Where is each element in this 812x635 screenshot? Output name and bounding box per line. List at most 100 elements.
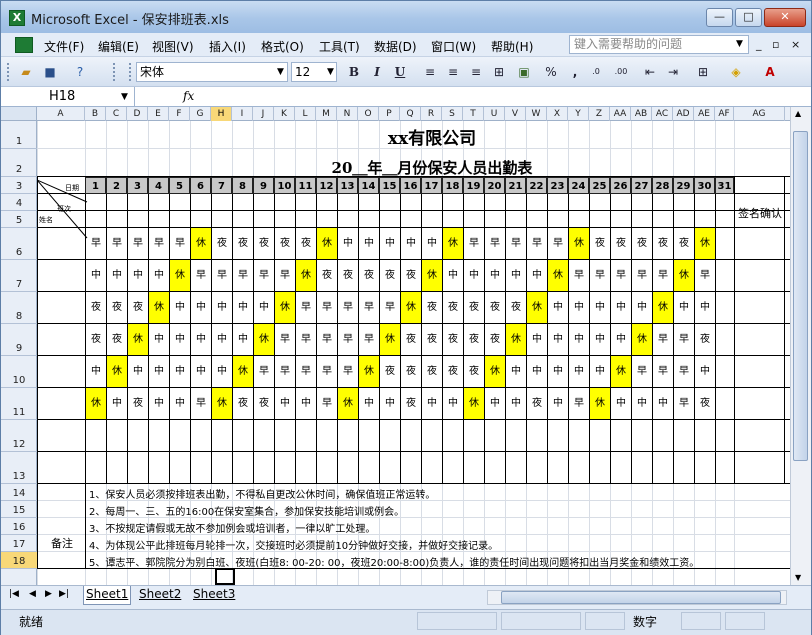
shift-cell[interactable]: 夜 (443, 356, 463, 387)
open-icon[interactable]: ▰ (17, 63, 35, 81)
shift-cell[interactable]: 中 (590, 324, 610, 355)
scroll-down-icon[interactable]: ▼ (795, 573, 801, 582)
day-number-cell[interactable]: 11 (295, 177, 316, 194)
shift-cell[interactable]: 休 (380, 324, 400, 355)
row-header-13[interactable]: 13 (1, 452, 37, 484)
shift-cell[interactable]: 休 (191, 228, 211, 259)
row-header-9[interactable]: 9 (1, 324, 37, 356)
worksheet-grid[interactable]: xx有限公司 20＿年＿月份保安人员出勤表 日期 班次 姓名 123456789… (37, 121, 790, 585)
shift-cell[interactable]: 夜 (401, 260, 421, 291)
font-dropdown-icon[interactable]: ▼ (277, 67, 284, 77)
menu-file[interactable]: 文件(F) (44, 38, 84, 55)
day-number-cell[interactable]: 30 (694, 177, 715, 194)
shift-cell[interactable]: 中 (170, 324, 190, 355)
note-line[interactable]: 2、每周一、三、五的16:00在保安室集合，参加保安技能培训或例会。 (89, 503, 404, 518)
toolbar-grip-2[interactable] (113, 63, 116, 81)
shift-cell[interactable]: 中 (548, 356, 568, 387)
day-number-cell[interactable]: 23 (547, 177, 568, 194)
day-number-cell[interactable]: 6 (190, 177, 211, 194)
insert-function-icon[interactable]: fx (183, 89, 194, 103)
shift-cell[interactable]: 中 (86, 356, 106, 387)
column-header-j[interactable]: J (253, 107, 274, 121)
day-number-cell[interactable]: 29 (673, 177, 694, 194)
shift-cell[interactable]: 中 (422, 388, 442, 419)
shift-cell[interactable]: 早 (317, 324, 337, 355)
shift-cell[interactable]: 早 (170, 228, 190, 259)
shift-cell[interactable]: 休 (233, 356, 253, 387)
shift-cell[interactable]: 早 (674, 388, 694, 419)
active-cell-cursor[interactable] (215, 568, 235, 585)
day-number-cell[interactable]: 5 (169, 177, 190, 194)
day-number-cell[interactable]: 12 (316, 177, 337, 194)
align-center-icon[interactable]: ≡ (444, 63, 462, 81)
shift-cell[interactable]: 早 (149, 228, 169, 259)
menu-tools[interactable]: 工具(T) (319, 38, 360, 55)
shift-cell[interactable]: 休 (695, 228, 715, 259)
shift-cell[interactable]: 夜 (590, 228, 610, 259)
shift-cell[interactable]: 中 (254, 292, 274, 323)
day-number-cell[interactable]: 2 (106, 177, 127, 194)
shift-cell[interactable]: 夜 (380, 356, 400, 387)
shift-cell[interactable]: 夜 (296, 228, 316, 259)
help-icon[interactable]: ? (71, 63, 89, 81)
shift-cell[interactable]: 夜 (359, 260, 379, 291)
shift-cell[interactable]: 早 (653, 356, 673, 387)
column-header-y[interactable]: Y (568, 107, 589, 121)
sheet-subtitle[interactable]: 20＿年＿月份保安人员出勤表 (97, 157, 767, 178)
size-dropdown-icon[interactable]: ▼ (327, 67, 334, 77)
row-header-5[interactable]: 5 (1, 211, 37, 228)
shift-cell[interactable]: 中 (107, 388, 127, 419)
tab-sheet1[interactable]: Sheet1 (83, 586, 132, 605)
shift-cell[interactable]: 中 (569, 292, 589, 323)
shift-cell[interactable]: 早 (653, 260, 673, 291)
row-header-1[interactable]: 1 (1, 121, 37, 149)
shift-cell[interactable]: 早 (569, 260, 589, 291)
shift-cell[interactable]: 中 (653, 388, 673, 419)
shift-cell[interactable]: 休 (149, 292, 169, 323)
shift-cell[interactable]: 夜 (611, 228, 631, 259)
shift-cell[interactable]: 中 (149, 356, 169, 387)
day-number-cell[interactable]: 28 (652, 177, 673, 194)
shift-cell[interactable]: 夜 (317, 260, 337, 291)
last-sheet-icon[interactable]: ▶| (59, 589, 69, 599)
tab-sheet2[interactable]: Sheet2 (137, 586, 183, 605)
row-header-2[interactable]: 2 (1, 149, 37, 177)
shift-cell[interactable]: 夜 (86, 324, 106, 355)
shift-cell[interactable]: 夜 (254, 228, 274, 259)
shift-cell[interactable]: 早 (506, 228, 526, 259)
shift-cell[interactable]: 夜 (674, 228, 694, 259)
shift-cell[interactable]: 休 (296, 260, 316, 291)
column-header-c[interactable]: C (106, 107, 127, 121)
shift-cell[interactable]: 早 (107, 228, 127, 259)
day-number-cell[interactable]: 22 (526, 177, 547, 194)
shift-cell[interactable]: 早 (191, 388, 211, 419)
shift-cell[interactable]: 休 (506, 324, 526, 355)
shift-cell[interactable]: 早 (590, 260, 610, 291)
shift-cell[interactable]: 夜 (443, 292, 463, 323)
shift-cell[interactable]: 早 (674, 356, 694, 387)
shift-cell[interactable]: 早 (338, 292, 358, 323)
shift-cell[interactable]: 早 (632, 356, 652, 387)
shift-cell[interactable]: 夜 (695, 324, 715, 355)
menu-data[interactable]: 数据(D) (374, 38, 417, 55)
shift-cell[interactable]: 中 (674, 292, 694, 323)
shift-cell[interactable]: 夜 (527, 388, 547, 419)
shift-cell[interactable]: 早 (233, 260, 253, 291)
name-box[interactable]: H18 (1, 87, 135, 107)
shift-cell[interactable]: 中 (191, 324, 211, 355)
percent-button[interactable]: % (542, 63, 560, 81)
shift-cell[interactable]: 早 (548, 228, 568, 259)
shift-cell[interactable]: 中 (149, 388, 169, 419)
shift-cell[interactable]: 早 (275, 356, 295, 387)
shift-cell[interactable]: 夜 (485, 292, 505, 323)
borders-icon[interactable]: ⊞ (694, 63, 712, 81)
shift-cell[interactable]: 夜 (401, 388, 421, 419)
day-number-cell[interactable]: 17 (421, 177, 442, 194)
shift-cell[interactable]: 夜 (107, 292, 127, 323)
shift-cell[interactable]: 中 (611, 292, 631, 323)
shift-cell[interactable]: 早 (254, 356, 274, 387)
shift-cell[interactable]: 中 (212, 292, 232, 323)
shift-cell[interactable]: 早 (296, 324, 316, 355)
shift-cell[interactable]: 中 (380, 228, 400, 259)
shift-cell[interactable]: 休 (401, 292, 421, 323)
